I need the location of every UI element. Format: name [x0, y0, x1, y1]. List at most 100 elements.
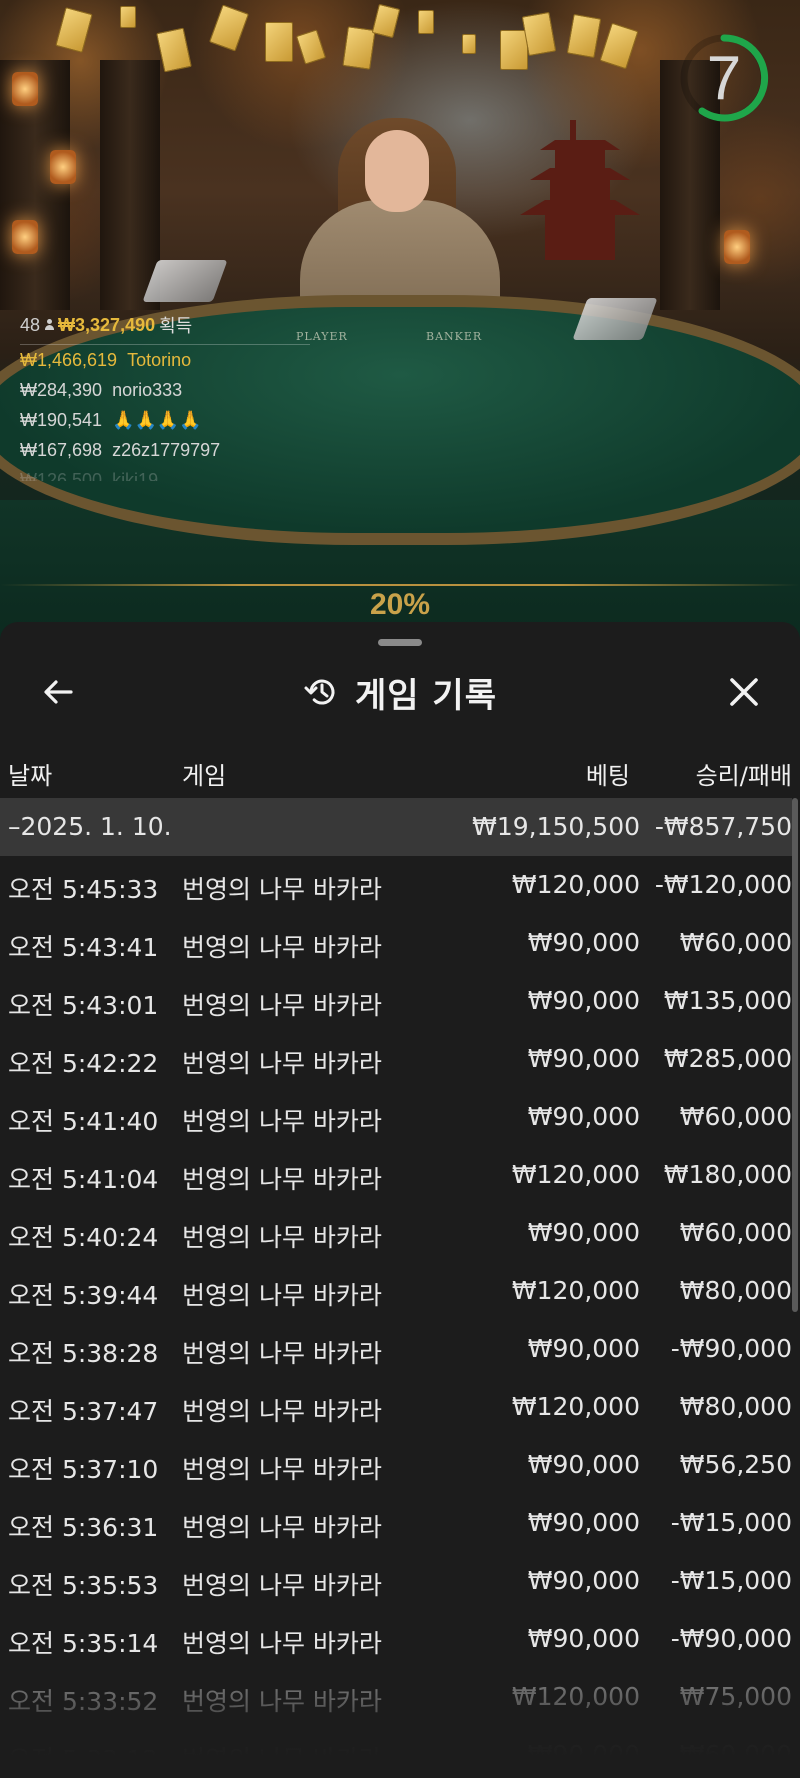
- history-icon: [304, 679, 335, 705]
- drag-handle[interactable]: [378, 639, 422, 646]
- column-game: 게임: [182, 762, 227, 790]
- row-game: 번영의 나무 바카라: [182, 1339, 382, 1368]
- date-group-row[interactable]: –2025. 1. 10. ₩19,150,500 -₩857,750: [0, 798, 792, 856]
- table-row[interactable]: 오전 5:35:53 번영의 나무 바카라 ₩90,000 -₩15,000: [0, 1552, 792, 1610]
- winner-count: 48: [20, 314, 41, 335]
- row-result: -₩15,000: [670, 1566, 792, 1595]
- row-game: 번영의 나무 바카라: [182, 1223, 382, 1252]
- row-bet: ₩120,000: [511, 1682, 640, 1711]
- row-time: 오전 5:37:10: [8, 1455, 159, 1484]
- back-button[interactable]: [30, 664, 86, 720]
- row-game: 번영의 나무 바카라: [182, 1397, 382, 1426]
- arrow-left-icon: [44, 680, 73, 704]
- row-time: 오전 5:43:41: [8, 933, 159, 962]
- row-result: ₩135,000: [663, 986, 792, 1015]
- row-result: -₩120,000: [654, 870, 792, 899]
- row-result: -₩90,000: [670, 1334, 792, 1363]
- table-header: 날짜 게임 베팅 승리/패배: [0, 750, 800, 796]
- row-game: 번영의 나무 바카라: [182, 1165, 382, 1194]
- row-time: 오전 5:41:40: [8, 1107, 159, 1136]
- row-time: 오전 5:39:44: [8, 1281, 159, 1310]
- table-row[interactable]: 오전 5:38:28 번영의 나무 바카라 ₩90,000 -₩90,000: [0, 1320, 792, 1378]
- sheet-header: 게임 기록: [0, 664, 800, 720]
- table-row[interactable]: 오전 5:42:22 번영의 나무 바카라 ₩90,000 ₩285,000: [0, 1030, 792, 1088]
- close-icon: [730, 678, 758, 706]
- row-bet: ₩90,000: [527, 986, 640, 1015]
- row-game: 번영의 나무 바카라: [182, 1571, 382, 1600]
- row-result: ₩80,000: [679, 1392, 792, 1421]
- row-time: 오전 5:35:53: [8, 1571, 159, 1600]
- gold-card: [342, 26, 376, 70]
- row-bet: ₩90,000: [527, 1218, 640, 1247]
- row-result: ₩75,000: [679, 1682, 792, 1711]
- row-game: 번영의 나무 바카라: [182, 933, 382, 962]
- lantern: [12, 72, 38, 106]
- pagoda-silhouette: [520, 120, 640, 260]
- row-result: -₩90,000: [670, 1624, 792, 1653]
- winner-name: kiki19: [112, 470, 159, 481]
- table-row[interactable]: 오전 5:43:41 번영의 나무 바카라 ₩90,000 ₩60,000: [0, 914, 792, 972]
- row-game: 번영의 나무 바카라: [182, 1513, 382, 1542]
- table-row[interactable]: 오전 5:37:47 번영의 나무 바카라 ₩120,000 ₩80,000: [0, 1378, 792, 1436]
- sheet-title: 게임 기록: [355, 675, 497, 716]
- table-row[interactable]: 오전 5:41:40 번영의 나무 바카라 ₩90,000 ₩60,000: [0, 1088, 792, 1146]
- live-video-stream: PLAYER BANKER 7 48 ₩3,327,490 획득 ₩1,466,…: [0, 0, 800, 640]
- row-result: ₩56,250: [679, 1450, 792, 1479]
- table-row[interactable]: 오전 5:39:44 번영의 나무 바카라 ₩120,000 ₩80,000: [0, 1262, 792, 1320]
- close-button[interactable]: [716, 664, 772, 720]
- gold-card: [462, 34, 476, 54]
- table-row[interactable]: 오전 5:41:04 번영의 나무 바카라 ₩120,000 ₩180,000: [0, 1146, 792, 1204]
- winner-row: ₩167,698 z26z1779797: [20, 435, 310, 465]
- winners-total: ₩3,327,490: [58, 314, 156, 335]
- countdown-timer: 7: [678, 32, 770, 124]
- row-bet: ₩120,000: [511, 1160, 640, 1189]
- row-time: 오전 5:36:31: [8, 1513, 159, 1542]
- winner-amount: ₩284,390: [20, 380, 103, 400]
- payout-percentage: 20%: [369, 588, 431, 621]
- user-icon: [44, 319, 55, 331]
- winner-amount: ₩1,466,619: [20, 350, 118, 370]
- table-row[interactable]: 오전 5:36:31 번영의 나무 바카라 ₩90,000 -₩15,000: [0, 1494, 792, 1552]
- row-bet: ₩90,000: [527, 1566, 640, 1595]
- row-result: ₩60,000: [679, 1102, 792, 1131]
- row-result: ₩180,000: [663, 1160, 792, 1189]
- game-history-sheet: 게임 기록 날짜 게임 베팅 승리/패배 –2025. 1. 10. ₩19,1…: [0, 622, 800, 1778]
- scrollbar[interactable]: [792, 798, 798, 1312]
- row-time: 오전 5:41:04: [8, 1165, 159, 1194]
- date-group-bet: ₩19,150,500: [472, 812, 640, 841]
- winner-name: z26z1779797: [112, 440, 221, 460]
- row-result: -₩15,000: [670, 1508, 792, 1537]
- row-result: ₩285,000: [663, 1044, 792, 1073]
- row-game: 번영의 나무 바카라: [182, 1107, 382, 1136]
- history-table: –2025. 1. 10. ₩19,150,500 -₩857,750 오전 5…: [0, 798, 792, 1778]
- table-row[interactable]: 오전 5:33:52 번영의 나무 바카라 ₩120,000 ₩75,000: [0, 1668, 792, 1726]
- row-result: ₩60,000: [679, 928, 792, 957]
- table-row[interactable]: 오전 5:43:01 번영의 나무 바카라 ₩90,000 ₩135,000: [0, 972, 792, 1030]
- winner-name: 🙏🙏🙏🙏: [112, 410, 202, 430]
- winner-row: ₩1,466,619 Totorino: [20, 345, 310, 375]
- banker-label: BANKER: [426, 330, 483, 343]
- table-row[interactable]: 오전 5:35:14 번영의 나무 바카라 ₩90,000 -₩90,000: [0, 1610, 792, 1668]
- date-group-result: -₩857,750: [654, 812, 792, 841]
- column-date: 날짜: [8, 762, 53, 790]
- winner-row: ₩126,500 kiki19: [20, 465, 310, 481]
- row-result: ₩80,000: [679, 1276, 792, 1305]
- row-bet: ₩120,000: [511, 1392, 640, 1421]
- row-result: ₩60,000: [679, 1740, 792, 1769]
- table-row[interactable]: 오전 5:37:10 번영의 나무 바카라 ₩90,000 ₩56,250: [0, 1436, 792, 1494]
- table-row[interactable]: 오전 5:40:24 번영의 나무 바카라 ₩90,000 ₩60,000: [0, 1204, 792, 1262]
- winner-row: ₩190,541 🙏🙏🙏🙏: [20, 405, 310, 435]
- row-time: 오전 5:42:22: [8, 1049, 159, 1078]
- row-bet: ₩120,000: [511, 1276, 640, 1305]
- column-bet: 베팅: [585, 762, 630, 790]
- winner-amount: ₩167,698: [20, 440, 103, 460]
- row-time: 오전 5:33:52: [8, 1687, 159, 1716]
- row-game: 번영의 나무 바카라: [182, 1687, 382, 1716]
- table-row[interactable]: 오전 5:33:12 번영의 나무 바카라 ₩90,000 ₩60,000: [0, 1726, 792, 1778]
- gold-card: [500, 30, 528, 70]
- winners-summary: 48 ₩3,327,490 획득: [20, 312, 310, 345]
- table-row[interactable]: 오전 5:45:33 번영의 나무 바카라 ₩120,000 -₩120,000: [0, 856, 792, 914]
- winner-name: norio333: [112, 380, 183, 400]
- row-result: ₩60,000: [679, 1218, 792, 1247]
- row-time: 오전 5:33:12: [8, 1745, 159, 1774]
